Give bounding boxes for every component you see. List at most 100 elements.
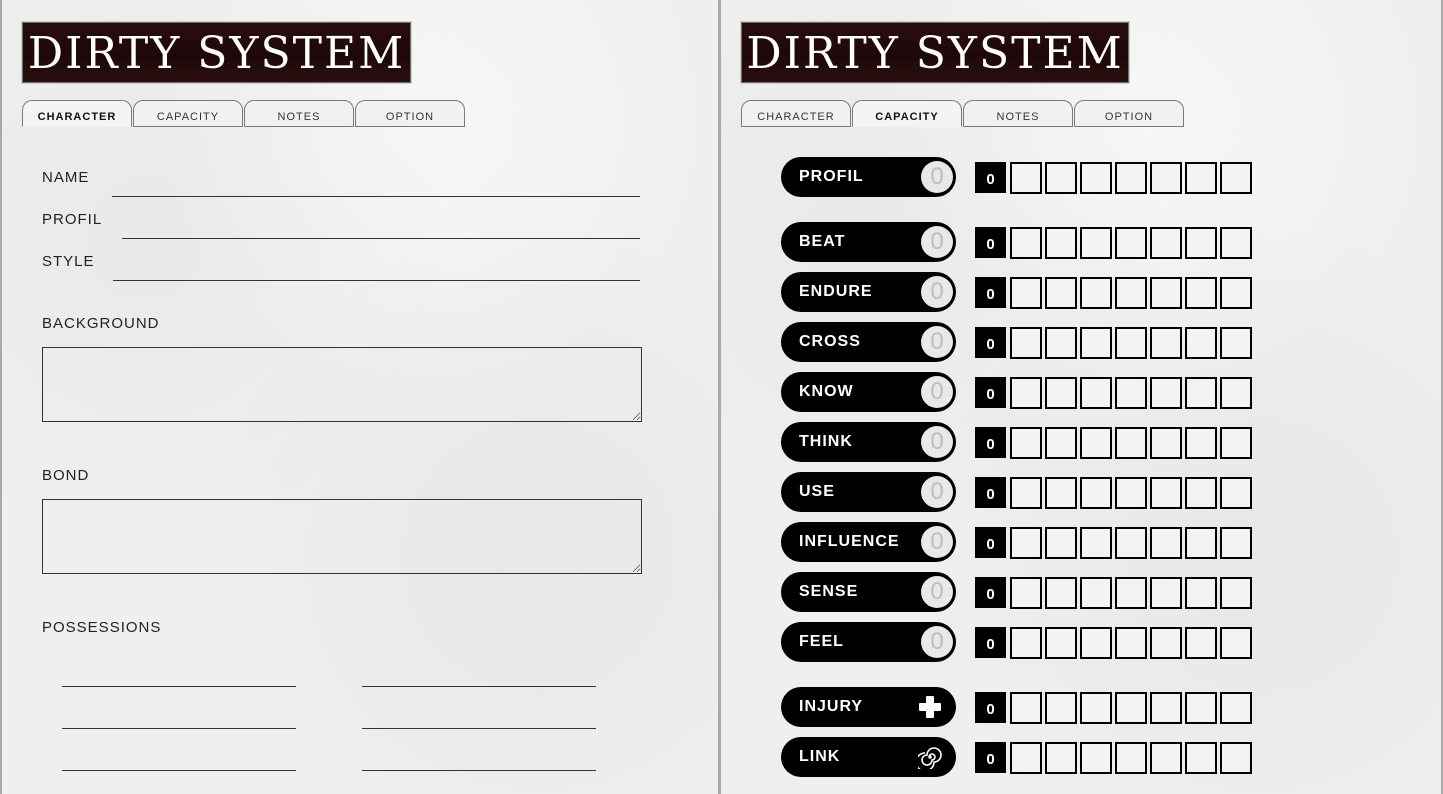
stat-cross-button[interactable]: CROSS 0 [781,322,956,362]
stat-value-circle[interactable]: 0 [921,476,953,508]
stat-checkbox[interactable] [1185,277,1217,309]
stat-checkbox[interactable] [1150,227,1182,259]
stat-checkbox[interactable] [1185,527,1217,559]
stat-checkbox[interactable] [1115,327,1147,359]
stat-checkbox[interactable] [1220,277,1252,309]
stat-checkbox[interactable] [1010,327,1042,359]
stat-checkbox[interactable] [1045,277,1077,309]
stat-checkbox[interactable] [1220,742,1252,774]
stat-checkbox[interactable] [1080,427,1112,459]
stat-checkbox[interactable] [1150,742,1182,774]
stat-checkbox[interactable] [1220,227,1252,259]
stat-checkbox[interactable] [1150,327,1182,359]
tab-character[interactable]: CHARACTER [741,100,851,127]
stat-endure-button[interactable]: ENDURE 0 [781,272,956,312]
possession-field[interactable] [362,748,596,771]
stat-checkbox[interactable] [1080,227,1112,259]
tab-notes[interactable]: NOTES [963,100,1073,127]
stat-checkbox[interactable] [1185,377,1217,409]
stat-checkbox[interactable] [1115,377,1147,409]
stat-checkbox[interactable] [1045,577,1077,609]
stat-checkbox[interactable] [1080,162,1112,194]
stat-feel-button[interactable]: FEEL 0 [781,622,956,662]
possession-field[interactable] [362,706,596,729]
stat-checkbox[interactable] [1045,427,1077,459]
background-textarea[interactable] [42,347,642,422]
stat-sense-button[interactable]: SENSE 0 [781,572,956,612]
tab-capacity[interactable]: CAPACITY [133,100,243,127]
stat-value-circle[interactable]: 0 [921,426,953,458]
stat-checkbox[interactable] [1080,577,1112,609]
possession-field[interactable] [362,664,596,687]
stat-checkbox[interactable] [1115,477,1147,509]
stat-checkbox[interactable] [1220,477,1252,509]
possession-field[interactable] [62,748,296,771]
stat-link-button[interactable]: LINK [781,737,956,777]
stat-think-button[interactable]: THINK 0 [781,422,956,462]
stat-profil-button[interactable]: PROFIL 0 [781,157,956,197]
stat-checkbox[interactable] [1185,477,1217,509]
stat-checkbox[interactable] [1010,742,1042,774]
stat-checkbox[interactable] [1150,277,1182,309]
stat-checkbox[interactable] [1150,527,1182,559]
stat-checkbox[interactable] [1010,577,1042,609]
stat-checkbox[interactable] [1045,162,1077,194]
tab-character[interactable]: CHARACTER [22,100,132,127]
stat-checkbox[interactable] [1185,742,1217,774]
stat-checkbox[interactable] [1080,627,1112,659]
stat-checkbox[interactable] [1115,227,1147,259]
stat-checkbox[interactable] [1010,377,1042,409]
stat-checkbox[interactable] [1150,627,1182,659]
possession-field[interactable] [62,706,296,729]
stat-checkbox[interactable] [1045,692,1077,724]
stat-checkbox[interactable] [1185,162,1217,194]
stat-value-circle[interactable]: 0 [921,576,953,608]
stat-checkbox[interactable] [1220,577,1252,609]
tab-option[interactable]: OPTION [355,100,465,127]
name-field[interactable] [112,174,640,197]
stat-value-circle[interactable]: 0 [921,226,953,258]
stat-value-circle[interactable]: 0 [921,526,953,558]
tab-capacity[interactable]: CAPACITY [852,100,962,127]
stat-checkbox[interactable] [1010,527,1042,559]
stat-checkbox[interactable] [1115,577,1147,609]
stat-checkbox[interactable] [1010,162,1042,194]
stat-checkbox[interactable] [1045,527,1077,559]
stat-checkbox[interactable] [1115,742,1147,774]
tab-notes[interactable]: NOTES [244,100,354,127]
stat-checkbox[interactable] [1045,327,1077,359]
stat-checkbox[interactable] [1220,377,1252,409]
stat-checkbox[interactable] [1185,327,1217,359]
stat-beat-button[interactable]: BEAT 0 [781,222,956,262]
stat-checkbox[interactable] [1185,427,1217,459]
stat-checkbox[interactable] [1045,477,1077,509]
stat-use-button[interactable]: USE 0 [781,472,956,512]
stat-checkbox[interactable] [1010,627,1042,659]
stat-checkbox[interactable] [1220,692,1252,724]
stat-checkbox[interactable] [1185,577,1217,609]
stat-checkbox[interactable] [1150,692,1182,724]
stat-influence-button[interactable]: INFLUENCE 0 [781,522,956,562]
stat-value-circle[interactable]: 0 [921,626,953,658]
style-field[interactable] [113,258,640,281]
stat-checkbox[interactable] [1150,577,1182,609]
stat-checkbox[interactable] [1115,162,1147,194]
stat-value-circle[interactable]: 0 [921,276,953,308]
stat-checkbox[interactable] [1115,627,1147,659]
bond-textarea[interactable] [42,499,642,574]
stat-checkbox[interactable] [1185,627,1217,659]
stat-checkbox[interactable] [1115,427,1147,459]
stat-checkbox[interactable] [1080,477,1112,509]
profil-field[interactable] [122,216,640,239]
stat-checkbox[interactable] [1010,427,1042,459]
stat-checkbox[interactable] [1045,227,1077,259]
stat-checkbox[interactable] [1150,162,1182,194]
stat-checkbox[interactable] [1115,527,1147,559]
stat-checkbox[interactable] [1010,227,1042,259]
stat-checkbox[interactable] [1045,627,1077,659]
stat-checkbox[interactable] [1080,377,1112,409]
tab-option[interactable]: OPTION [1074,100,1184,127]
stat-injury-button[interactable]: INJURY [781,687,956,727]
stat-checkbox[interactable] [1080,277,1112,309]
stat-value-circle[interactable]: 0 [921,326,953,358]
